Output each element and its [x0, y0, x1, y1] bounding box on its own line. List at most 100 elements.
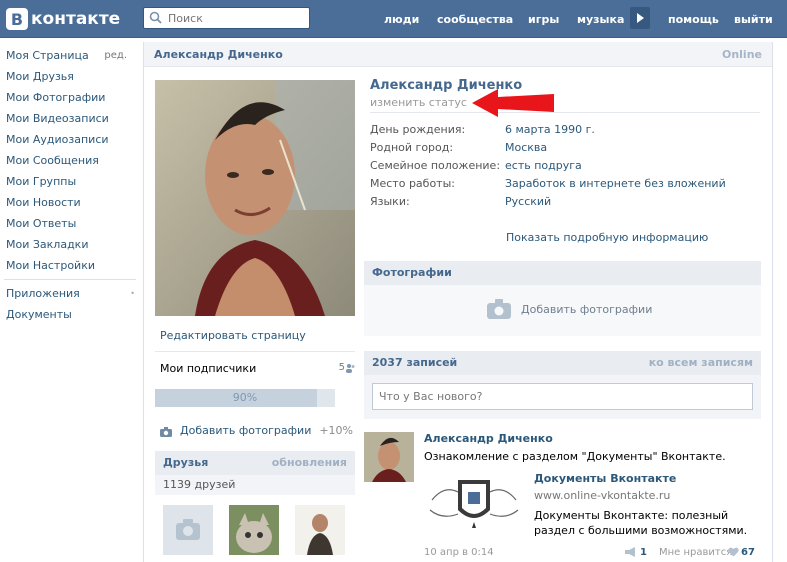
field-value[interactable]: Русский	[505, 192, 726, 210]
sidebar-item-messages[interactable]: Мои Сообщения	[0, 150, 137, 171]
sidebar-item-answers[interactable]: Мои Ответы	[0, 213, 137, 234]
sidebar-item-friends[interactable]: Мои Друзья	[0, 66, 137, 87]
photos-title: Фотографии	[372, 266, 452, 279]
nav-logout-label: выйти	[734, 12, 773, 26]
search-box[interactable]	[143, 7, 310, 29]
sidebar-item-label: Моя Страница	[6, 49, 89, 62]
post-date[interactable]: 10 апр в 0:14	[424, 547, 494, 558]
all-posts-link[interactable]: ко всем записям	[649, 351, 753, 375]
attachment-title[interactable]: Документы Вконтакте	[534, 472, 676, 485]
profile-name: Александр Диченко	[370, 78, 523, 93]
sidebar-item-my-page[interactable]: Моя Страница ред.	[0, 45, 137, 66]
photos-area: Добавить фотографии	[364, 285, 761, 336]
composer-placeholder: Что у Вас нового?	[379, 390, 483, 403]
photos-header[interactable]: Фотографии	[364, 261, 761, 285]
field-value[interactable]: Заработок в интернете без вложений	[505, 174, 726, 192]
shield-emblem-icon	[429, 480, 519, 528]
field-label: День рождения:	[370, 122, 466, 136]
users-icon	[346, 364, 355, 373]
post-composer-input[interactable]: Что у Вас нового?	[372, 383, 753, 410]
nav-music[interactable]: музыка	[577, 0, 624, 38]
cat-photo	[229, 505, 279, 555]
field-label: Место работы:	[370, 176, 455, 190]
sidebar-item-bookmarks[interactable]: Мои Закладки	[0, 234, 137, 255]
wall-title: 2037 записей	[372, 356, 458, 369]
like-label[interactable]: Мне нравится	[659, 547, 732, 558]
sidebar-item-label: Мои Друзья	[6, 70, 74, 83]
nav-communities[interactable]: сообщества	[437, 0, 513, 38]
sidebar-item-documents[interactable]: Документы	[0, 304, 137, 325]
sidebar-item-photos[interactable]: Мои Фотографии	[0, 87, 137, 108]
camera-icon	[487, 299, 511, 319]
field-value[interactable]: есть подруга	[505, 156, 726, 174]
sidebar-item-videos[interactable]: Мои Видеозаписи	[0, 108, 137, 129]
field-value[interactable]: 6 марта 1990 г.	[505, 120, 726, 138]
vk-logo-icon: В	[6, 8, 28, 30]
sidebar-item-label: Мои Сообщения	[6, 154, 99, 167]
sidebar-item-settings[interactable]: Мои Настройки	[0, 255, 137, 276]
friends-header[interactable]: Друзья обновления	[155, 451, 355, 475]
field-row: День рождения: 6 марта 1990 г.	[370, 120, 726, 138]
friend-avatar[interactable]	[295, 505, 345, 555]
friend-avatar[interactable]	[229, 505, 279, 555]
field-row: Родной город: Москва	[370, 138, 726, 156]
sidebar-item-label: Мои Аудиозаписи	[6, 133, 109, 146]
profile-header-bar: Александр Диченко Online	[144, 42, 772, 67]
post-attachment[interactable]: Документы Вконтакте www.online-vkontakte…	[424, 470, 754, 548]
wall-header[interactable]: 2037 записей ко всем записям	[364, 351, 761, 375]
nav-games[interactable]: игры	[528, 0, 559, 38]
post-author-avatar[interactable]	[364, 432, 414, 482]
change-status-link[interactable]: изменить статус	[370, 96, 760, 113]
heart-icon[interactable]	[728, 547, 739, 557]
add-photos-link[interactable]: Добавить фотографии +10%	[155, 424, 355, 440]
sidebar-item-label: Документы	[6, 308, 72, 321]
add-photos-button[interactable]: Добавить фотографии	[487, 299, 652, 319]
nav-people-label: люди	[384, 12, 420, 26]
sidebar-divider	[4, 279, 136, 280]
profile-fields: День рождения: 6 марта 1990 г. Родной гор…	[370, 120, 726, 210]
post-author-name[interactable]: Александр Диченко	[424, 432, 553, 445]
profile-header-name: Александр Диченко	[154, 48, 283, 61]
search-icon	[148, 10, 164, 26]
nav-help-label: помощь	[668, 12, 719, 26]
like-count: 67	[741, 547, 755, 558]
sidebar-item-groups[interactable]: Мои Группы	[0, 171, 137, 192]
add-photos-label: Добавить фотографии	[180, 424, 312, 437]
search-input[interactable]	[168, 11, 308, 25]
sidebar-item-label: Мои Настройки	[6, 259, 95, 272]
show-more-info-link[interactable]: Показать подробную информацию	[506, 231, 708, 244]
field-label: Родной город:	[370, 140, 454, 154]
nav-help[interactable]: помощь	[668, 0, 719, 38]
megaphone-icon[interactable]	[625, 547, 637, 557]
sidebar-item-apps[interactable]: Приложения •	[0, 283, 137, 304]
camera-placeholder-icon	[176, 519, 200, 540]
friends-updates-link[interactable]: обновления	[272, 451, 347, 475]
nav-people[interactable]: люди	[384, 0, 419, 38]
attachment-url[interactable]: www.online-vkontakte.ru	[534, 489, 670, 502]
vk-logo[interactable]: В контакте	[6, 7, 120, 31]
field-row: Языки: Русский	[370, 192, 726, 210]
red-arrow-icon	[472, 89, 554, 117]
sidebar-item-label: Мои Ответы	[6, 217, 77, 230]
field-row: Семейное положение: есть подруга	[370, 156, 726, 174]
edit-page-link[interactable]: Редактировать страницу	[155, 329, 355, 342]
sidebar-item-audio[interactable]: Мои Аудиозаписи	[0, 129, 137, 150]
nav-music-label: музыка	[577, 12, 625, 26]
author-photo	[364, 432, 414, 482]
field-label: Языки:	[370, 194, 410, 208]
field-value[interactable]: Москва	[505, 138, 726, 156]
add-photos-label: Добавить фотографии	[521, 302, 653, 316]
camera-icon	[160, 427, 172, 437]
friends-count: 1139 друзей	[155, 475, 355, 495]
progress-label: 90%	[232, 391, 258, 404]
sidebar-item-news[interactable]: Мои Новости	[0, 192, 137, 213]
play-button[interactable]	[630, 7, 650, 29]
nav-logout[interactable]: выйти	[734, 0, 773, 38]
edit-link[interactable]: ред.	[104, 45, 127, 66]
field-label: Семейное положение:	[370, 158, 501, 172]
profile-photo[interactable]	[155, 80, 355, 316]
profile-completion-bar: 90%	[155, 389, 335, 407]
friends-title: Друзья	[163, 456, 209, 469]
friend-avatar[interactable]	[163, 505, 213, 555]
subscribers-link[interactable]: Мои подписчики 5	[155, 362, 355, 378]
